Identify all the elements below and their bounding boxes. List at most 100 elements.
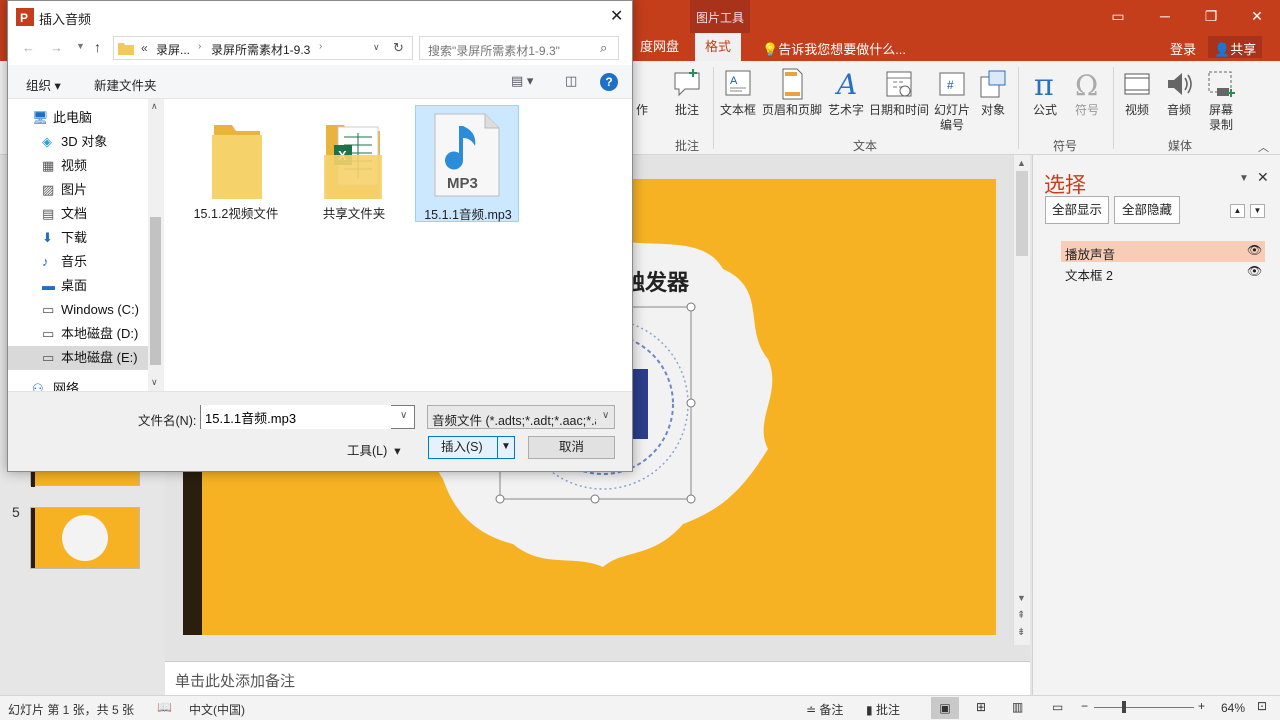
reading-view-icon[interactable]: ▥ bbox=[1012, 700, 1023, 714]
scroll-up-icon[interactable]: ▲ bbox=[1017, 158, 1026, 168]
slideshow-icon[interactable]: ▭ bbox=[1052, 700, 1063, 714]
file-type-select[interactable]: 音频文件 (*.adts;*.adt;*.aac;*.a ∨ bbox=[427, 405, 615, 429]
breadcrumb-overflow[interactable]: « bbox=[141, 41, 148, 55]
back-arrow-icon[interactable]: ← bbox=[22, 40, 35, 55]
audio-button[interactable]: 音频 bbox=[1160, 67, 1198, 118]
scroll-down-icon[interactable]: ∨ bbox=[151, 377, 158, 388]
close-window-button[interactable]: ✕ bbox=[1234, 0, 1280, 33]
object-button[interactable]: 对象 bbox=[974, 67, 1012, 118]
date-time-button[interactable]: 日期和时间 bbox=[868, 67, 930, 118]
tree-item[interactable]: ▦ 视频 bbox=[8, 154, 148, 178]
next-slide-icon[interactable]: ⇟ bbox=[1017, 627, 1025, 638]
zoom-slider-thumb[interactable] bbox=[1122, 701, 1126, 713]
video-button[interactable]: 视频 bbox=[1118, 67, 1156, 118]
file-item-mp3-selected[interactable]: MP3 15.1.1音频.mp3 bbox=[415, 105, 519, 222]
close-pane-icon[interactable]: ✕ bbox=[1257, 169, 1269, 186]
symbol-button[interactable]: Ω 符号 bbox=[1068, 67, 1106, 118]
restore-button[interactable]: ❐ bbox=[1188, 0, 1234, 33]
zoom-out-icon[interactable]: − bbox=[1081, 699, 1088, 713]
collapse-ribbon-icon[interactable]: ︿ bbox=[1258, 139, 1269, 155]
scroll-up-icon[interactable]: ∧ bbox=[151, 101, 158, 112]
ribbon-display-options-icon[interactable]: ▭ bbox=[1095, 0, 1141, 33]
search-box[interactable]: 搜索"录屏所需素材1-9.3" ⌕ bbox=[419, 36, 619, 60]
filename-combobox[interactable]: ∨ bbox=[200, 405, 415, 429]
bring-forward-icon[interactable]: ▲ bbox=[1230, 204, 1245, 218]
tell-me-search[interactable]: 💡告诉我您想要做什么... bbox=[762, 39, 906, 58]
file-item-folder[interactable]: 15.1.2视频文件 bbox=[184, 105, 288, 222]
slide-sorter-icon[interactable]: ⊞ bbox=[976, 700, 986, 714]
tree-item[interactable]: ▭ 本地磁盘 (D:) bbox=[8, 322, 148, 346]
notes-toggle[interactable]: ≐ 备注 bbox=[806, 701, 843, 718]
pane-options-icon[interactable]: ▼ bbox=[1239, 173, 1249, 184]
tree-item[interactable]: ▭ 本地磁盘 (E:) bbox=[8, 346, 148, 370]
breadcrumb-item[interactable]: 录屏... bbox=[156, 41, 190, 58]
organize-menu[interactable]: 组织 ▾ bbox=[26, 75, 61, 94]
address-bar[interactable]: « 录屏... › 录屏所需素材1-9.3 › ∨ ↻ bbox=[113, 36, 413, 60]
help-icon[interactable]: ? bbox=[600, 73, 618, 91]
dialog-close-icon[interactable]: ✕ bbox=[610, 6, 623, 26]
file-item-folder[interactable]: X 共享文件夹 bbox=[302, 105, 406, 222]
previous-slide-icon[interactable]: ⇞ bbox=[1017, 610, 1025, 621]
wordart-button[interactable]: A 艺术字 bbox=[826, 67, 866, 118]
refresh-icon[interactable]: ↻ bbox=[393, 40, 404, 56]
forward-arrow-icon[interactable]: → bbox=[50, 40, 63, 55]
tree-item[interactable]: ◈ 3D 对象 bbox=[8, 130, 148, 154]
chevron-down-icon[interactable]: ∨ bbox=[400, 410, 407, 421]
comment-button[interactable]: 批注 bbox=[666, 67, 708, 118]
address-dropdown-icon[interactable]: ∨ bbox=[373, 42, 380, 53]
new-folder-button[interactable]: 新建文件夹 bbox=[94, 75, 157, 94]
vertical-scrollbar[interactable]: ▲ ▼ ⇞ ⇟ bbox=[1013, 155, 1030, 645]
tree-scrollbar[interactable]: ∧ ∨ bbox=[148, 99, 163, 391]
scroll-thumb[interactable] bbox=[1016, 171, 1028, 256]
language-status[interactable]: 中文(中国) bbox=[189, 701, 245, 718]
tab-format[interactable]: 格式 bbox=[695, 33, 741, 61]
slide-number-button[interactable]: # 幻灯片 编号 bbox=[932, 67, 972, 133]
view-options-icon[interactable]: ▤ ▾ bbox=[511, 73, 533, 89]
tree-item[interactable]: ⬇ 下载 bbox=[8, 226, 148, 250]
selection-item[interactable]: 文本框 2 👁 bbox=[1061, 262, 1265, 283]
tree-scroll-thumb[interactable] bbox=[150, 217, 161, 365]
tree-item[interactable]: 🖥 此电脑 bbox=[8, 106, 148, 130]
show-all-button[interactable]: 全部显示 bbox=[1045, 196, 1109, 224]
hide-all-button[interactable]: 全部隐藏 bbox=[1114, 196, 1180, 224]
share-button[interactable]: 👤共享 bbox=[1208, 36, 1263, 58]
up-arrow-icon[interactable]: ↑ bbox=[94, 39, 101, 55]
comments-toggle[interactable]: ▮ 批注 bbox=[866, 701, 900, 718]
ribbon-partial-button[interactable]: 作 bbox=[634, 101, 650, 118]
send-backward-icon[interactable]: ▼ bbox=[1250, 204, 1265, 218]
cancel-button[interactable]: 取消 bbox=[528, 436, 615, 459]
tree-item[interactable]: ▭ Windows (C:) bbox=[8, 298, 148, 322]
breadcrumb-item[interactable]: 录屏所需素材1-9.3 bbox=[211, 41, 310, 58]
search-icon[interactable]: ⌕ bbox=[600, 40, 607, 56]
insert-options-dropdown-icon[interactable]: ▼ bbox=[497, 436, 514, 459]
normal-view-icon[interactable]: ▣ bbox=[931, 697, 959, 719]
eye-icon[interactable]: 👁 bbox=[1247, 243, 1262, 257]
tools-menu[interactable]: 工具(L) ▾ bbox=[347, 440, 401, 459]
zoom-slider[interactable] bbox=[1094, 707, 1194, 708]
selection-item[interactable]: 播放声音 👁 bbox=[1061, 241, 1265, 262]
fit-slide-icon[interactable]: ⊡ bbox=[1257, 699, 1267, 713]
filename-input[interactable] bbox=[201, 405, 391, 429]
group-divider bbox=[1018, 67, 1019, 149]
insert-button[interactable]: 插入(S) ▼ bbox=[428, 436, 515, 459]
textbox-button[interactable]: A 文本框 bbox=[718, 67, 758, 118]
eye-icon[interactable]: 👁 bbox=[1247, 264, 1262, 278]
equation-button[interactable]: π 公式 bbox=[1026, 67, 1064, 118]
tab-baidu-netdisk[interactable]: 度网盘 bbox=[632, 33, 687, 61]
tree-item[interactable]: ▤ 文档 bbox=[8, 202, 148, 226]
tree-item[interactable]: ♪ 音乐 bbox=[8, 250, 148, 274]
zoom-in-icon[interactable]: + bbox=[1198, 699, 1205, 713]
zoom-level[interactable]: 64% bbox=[1221, 701, 1245, 715]
header-footer-button[interactable]: 页眉和页脚 bbox=[760, 67, 824, 118]
login-link[interactable]: 登录 bbox=[1170, 39, 1196, 58]
slide-thumbnail-5[interactable] bbox=[30, 507, 140, 569]
notes-area[interactable]: 单击此处添加备注 bbox=[165, 661, 1030, 695]
screen-recording-button[interactable]: 屏幕 录制 bbox=[1202, 67, 1240, 133]
recent-locations-icon[interactable]: ▼ bbox=[76, 41, 85, 51]
spellcheck-icon[interactable]: 📖 bbox=[157, 700, 172, 714]
tree-item[interactable]: ▨ 图片 bbox=[8, 178, 148, 202]
scroll-down-icon[interactable]: ▼ bbox=[1017, 593, 1026, 603]
preview-pane-icon[interactable]: ◫ bbox=[565, 73, 577, 89]
minimize-button[interactable]: ─ bbox=[1142, 0, 1188, 33]
tree-item[interactable]: ▬ 桌面 bbox=[8, 274, 148, 298]
